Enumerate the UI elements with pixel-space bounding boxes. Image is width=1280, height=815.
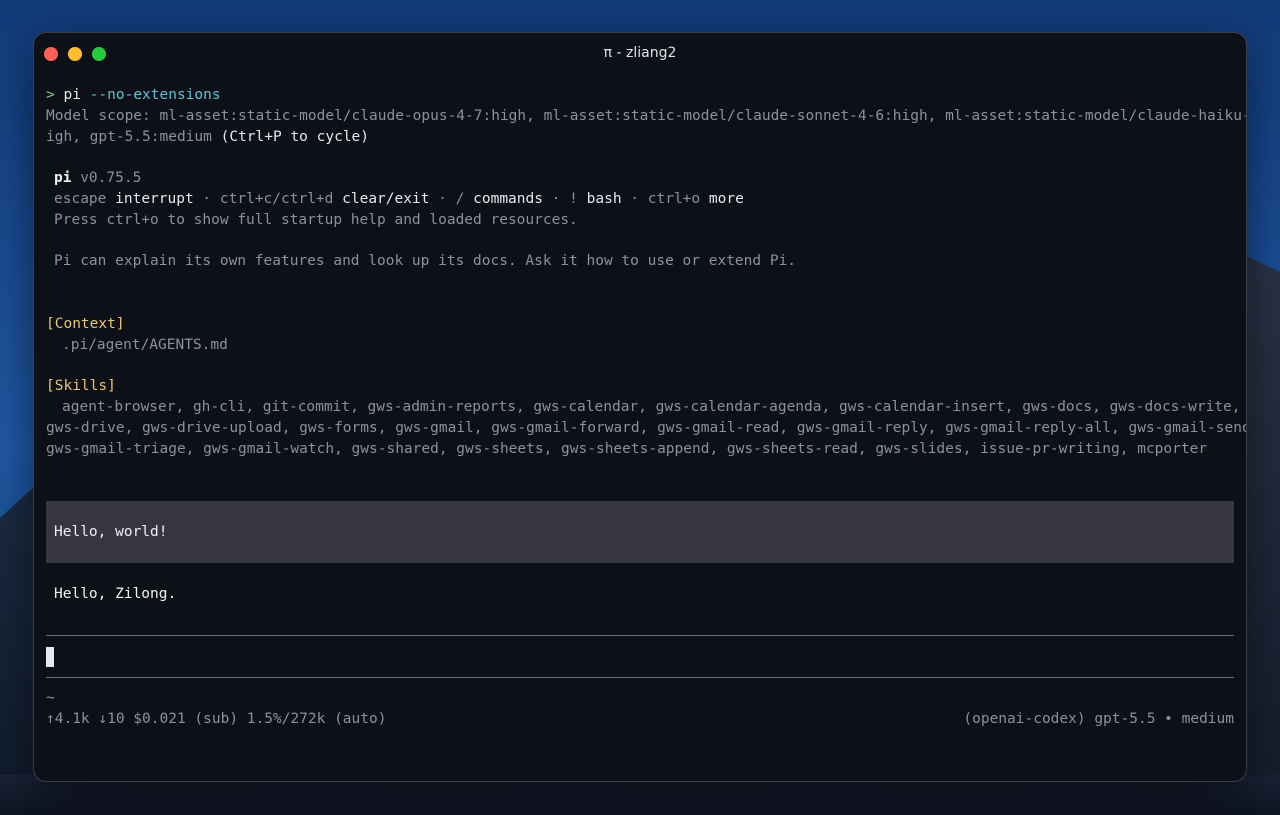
terminal-content[interactable]: > pi --no-extensions Model scope: ml-ass…: [46, 33, 1246, 781]
skills-header: [Skills]: [46, 378, 116, 394]
user-message-box: Hello, world!: [46, 501, 1234, 563]
startup-help-text: Press ctrl+o to show full startup help a…: [54, 212, 578, 228]
input-cursor[interactable]: [46, 647, 54, 667]
separator: ·: [621, 191, 648, 207]
input-divider-top: [46, 635, 1234, 636]
more-action: more: [708, 191, 744, 207]
desktop-ground: [0, 775, 1280, 815]
user-message-text: Hello, world!: [54, 524, 168, 540]
model-scope-line-2: igh, gpt-5.5:medium (Ctrl+P to cycle): [46, 127, 1234, 147]
bash-key: !: [569, 191, 578, 207]
usage-stats: ↑4.1k ↓10 $0.021 (sub) 1.5%/272k (auto): [46, 711, 387, 727]
commands-action: commands: [473, 191, 543, 207]
command-flag: --no-extensions: [89, 87, 221, 103]
separator: ·: [193, 191, 220, 207]
separator: ·: [542, 191, 570, 207]
terminal-window: π - zliang2 > pi --no-extensions Model s…: [34, 33, 1246, 781]
clear-action: clear/exit: [342, 191, 430, 207]
context-file: .pi/agent/AGENTS.md: [62, 337, 228, 353]
assistant-reply-text: Hello, Zilong.: [54, 586, 177, 602]
separator: ·: [429, 191, 456, 207]
command-name: pi: [63, 87, 81, 103]
explain-text: Pi can explain its own features and look…: [54, 253, 797, 269]
pi-name: pi: [54, 170, 72, 186]
commands-key: /: [455, 191, 465, 207]
prompt-arrow-icon: >: [46, 87, 55, 103]
escape-key: escape: [54, 191, 107, 207]
model-scope-continuation: igh, gpt-5.5:medium: [46, 129, 221, 145]
model-scope-line-1: Model scope: ml-asset:static-model/claud…: [46, 108, 1246, 124]
command-line: > pi --no-extensions: [46, 85, 1234, 105]
more-key: ctrl+o: [647, 191, 701, 207]
clear-key: ctrl+c/ctrl+d: [219, 191, 334, 207]
cwd-text: ~: [46, 690, 55, 706]
skills-line-2: gws-drive, gws-drive-upload, gws-forms, …: [46, 420, 1246, 436]
input-divider-bottom: [46, 677, 1234, 678]
pi-version-line: pi v0.75.5: [46, 168, 1234, 188]
pi-version: v0.75.5: [80, 170, 142, 186]
escape-action: interrupt: [115, 191, 194, 207]
skills-line-1: agent-browser, gh-cli, git-commit, gws-a…: [62, 399, 1241, 415]
model-status: (openai-codex) gpt-5.5 • medium: [963, 711, 1234, 727]
bash-action: bash: [586, 191, 622, 207]
model-cycle-hint: (Ctrl+P to cycle): [220, 129, 370, 145]
context-header: [Context]: [46, 316, 125, 332]
keybindings-line: escape interrupt · ctrl+c/ctrl+d clear/e…: [46, 189, 1234, 209]
skills-line-3: gws-gmail-triage, gws-gmail-watch, gws-s…: [46, 441, 1208, 457]
